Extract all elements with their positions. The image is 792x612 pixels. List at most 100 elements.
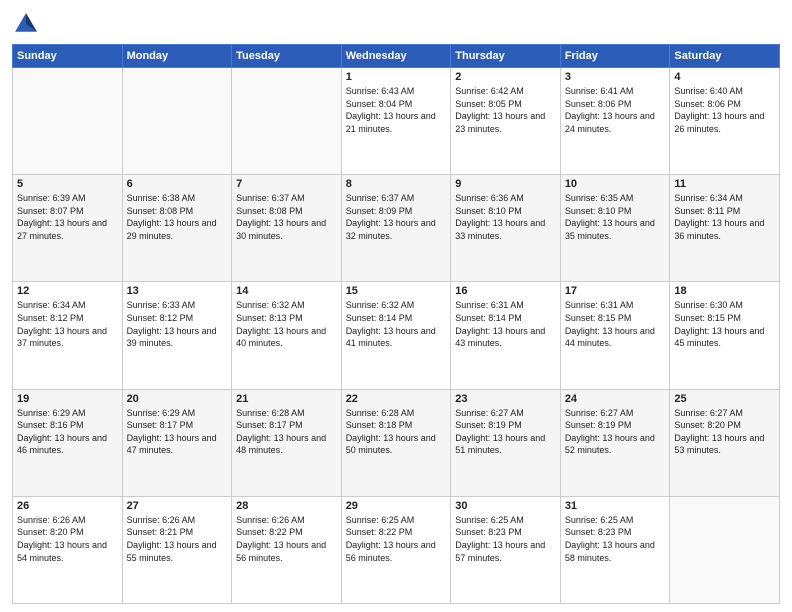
calendar-cell: 1Sunrise: 6:43 AM Sunset: 8:04 PM Daylig… xyxy=(341,68,451,175)
cell-info: Sunrise: 6:27 AM Sunset: 8:20 PM Dayligh… xyxy=(674,407,775,457)
logo xyxy=(12,10,44,38)
day-header-sunday: Sunday xyxy=(13,45,123,68)
calendar-cell: 10 Sunrise: 6:35 AM Sunset: 8:10 PM Dayli… xyxy=(560,175,670,282)
day-number: 14 xyxy=(236,285,337,297)
calendar-cell: 13 Sunrise: 6:33 AM Sunset: 8:12 PM Dayli… xyxy=(122,282,232,389)
day-number: 21 xyxy=(236,393,337,405)
day-header-wednesday: Wednesday xyxy=(341,45,451,68)
day-number: 15 xyxy=(346,285,447,297)
calendar-cell: 25 Sunrise: 6:27 AM Sunset: 8:20 PM Dayli… xyxy=(670,389,780,496)
cell-info: Sunrise: 6:32 AM Sunset: 8:13 PM Dayligh… xyxy=(236,299,337,349)
day-number: 30 xyxy=(455,500,556,512)
calendar-cell: 6Sunrise: 6:38 AM Sunset: 8:08 PM Daylig… xyxy=(122,175,232,282)
cell-info: Sunrise: 6:28 AM Sunset: 8:17 PM Dayligh… xyxy=(236,407,337,457)
cell-info: Sunrise: 6:27 AM Sunset: 8:19 PM Dayligh… xyxy=(455,407,556,457)
day-header-saturday: Saturday xyxy=(670,45,780,68)
calendar-cell: 12 Sunrise: 6:34 AM Sunset: 8:12 PM Dayli… xyxy=(13,282,123,389)
calendar-cell: 19Sunrise: 6:29 AM Sunset: 8:16 PM Dayli… xyxy=(13,389,123,496)
calendar-cell: 31Sunrise: 6:25 AM Sunset: 8:23 PM Dayli… xyxy=(560,496,670,603)
cell-info: Sunrise: 6:29 AM Sunset: 8:17 PM Dayligh… xyxy=(127,407,228,457)
page: SundayMondayTuesdayWednesdayThursdayFrid… xyxy=(0,0,792,612)
calendar-cell: 4Sunrise: 6:40 AM Sunset: 8:06 PM Daylig… xyxy=(670,68,780,175)
calendar-cell: 3Sunrise: 6:41 AM Sunset: 8:06 PM Daylig… xyxy=(560,68,670,175)
day-number: 10 xyxy=(565,178,666,190)
cell-info: Sunrise: 6:27 AM Sunset: 8:19 PM Dayligh… xyxy=(565,407,666,457)
calendar-cell: 7Sunrise: 6:37 AM Sunset: 8:08 PM Daylig… xyxy=(232,175,342,282)
calendar-week-2: 12 Sunrise: 6:34 AM Sunset: 8:12 PM Dayli… xyxy=(13,282,780,389)
calendar-cell: 8 Sunrise: 6:37 AM Sunset: 8:09 PM Daylig… xyxy=(341,175,451,282)
calendar-cell: 27 Sunrise: 6:26 AM Sunset: 8:21 PM Dayli… xyxy=(122,496,232,603)
calendar-cell: 22Sunrise: 6:28 AM Sunset: 8:18 PM Dayli… xyxy=(341,389,451,496)
day-number: 24 xyxy=(565,393,666,405)
cell-info: Sunrise: 6:26 AM Sunset: 8:20 PM Dayligh… xyxy=(17,514,118,564)
cell-info: Sunrise: 6:25 AM Sunset: 8:23 PM Dayligh… xyxy=(565,514,666,564)
cell-info: Sunrise: 6:26 AM Sunset: 8:22 PM Dayligh… xyxy=(236,514,337,564)
cell-info: Sunrise: 6:26 AM Sunset: 8:21 PM Dayligh… xyxy=(127,514,228,564)
cell-info: Sunrise: 6:31 AM Sunset: 8:15 PM Dayligh… xyxy=(565,299,666,349)
calendar-cell xyxy=(122,68,232,175)
cell-info: Sunrise: 6:28 AM Sunset: 8:18 PM Dayligh… xyxy=(346,407,447,457)
cell-info: Sunrise: 6:37 AM Sunset: 8:08 PM Dayligh… xyxy=(236,192,337,242)
day-number: 25 xyxy=(674,393,775,405)
cell-info: Sunrise: 6:37 AM Sunset: 8:09 PM Dayligh… xyxy=(346,192,447,242)
day-header-friday: Friday xyxy=(560,45,670,68)
calendar-cell: 21 Sunrise: 6:28 AM Sunset: 8:17 PM Dayli… xyxy=(232,389,342,496)
cell-info: Sunrise: 6:33 AM Sunset: 8:12 PM Dayligh… xyxy=(127,299,228,349)
day-number: 4 xyxy=(674,71,775,83)
calendar-cell: 30Sunrise: 6:25 AM Sunset: 8:23 PM Dayli… xyxy=(451,496,561,603)
day-number: 5 xyxy=(17,178,118,190)
calendar-week-1: 5 Sunrise: 6:39 AM Sunset: 8:07 PM Daylig… xyxy=(13,175,780,282)
calendar-cell: 23 Sunrise: 6:27 AM Sunset: 8:19 PM Dayli… xyxy=(451,389,561,496)
calendar-cell: 16Sunrise: 6:31 AM Sunset: 8:14 PM Dayli… xyxy=(451,282,561,389)
calendar-week-0: 1Sunrise: 6:43 AM Sunset: 8:04 PM Daylig… xyxy=(13,68,780,175)
calendar-cell: 11Sunrise: 6:34 AM Sunset: 8:11 PM Dayli… xyxy=(670,175,780,282)
day-number: 11 xyxy=(674,178,775,190)
calendar-cell xyxy=(13,68,123,175)
header xyxy=(12,10,780,38)
day-header-tuesday: Tuesday xyxy=(232,45,342,68)
day-number: 27 xyxy=(127,500,228,512)
calendar-cell: 14 Sunrise: 6:32 AM Sunset: 8:13 PM Dayli… xyxy=(232,282,342,389)
day-number: 28 xyxy=(236,500,337,512)
calendar-cell: 26Sunrise: 6:26 AM Sunset: 8:20 PM Dayli… xyxy=(13,496,123,603)
calendar-cell: 5 Sunrise: 6:39 AM Sunset: 8:07 PM Daylig… xyxy=(13,175,123,282)
cell-info: Sunrise: 6:30 AM Sunset: 8:15 PM Dayligh… xyxy=(674,299,775,349)
day-number: 20 xyxy=(127,393,228,405)
day-number: 13 xyxy=(127,285,228,297)
day-number: 9 xyxy=(455,178,556,190)
calendar-cell: 15 Sunrise: 6:32 AM Sunset: 8:14 PM Dayli… xyxy=(341,282,451,389)
logo-icon xyxy=(12,10,40,38)
calendar-cell xyxy=(232,68,342,175)
calendar-cell: 17 Sunrise: 6:31 AM Sunset: 8:15 PM Dayli… xyxy=(560,282,670,389)
calendar-cell: 24 Sunrise: 6:27 AM Sunset: 8:19 PM Dayli… xyxy=(560,389,670,496)
cell-info: Sunrise: 6:32 AM Sunset: 8:14 PM Dayligh… xyxy=(346,299,447,349)
day-number: 18 xyxy=(674,285,775,297)
calendar-week-4: 26Sunrise: 6:26 AM Sunset: 8:20 PM Dayli… xyxy=(13,496,780,603)
cell-info: Sunrise: 6:39 AM Sunset: 8:07 PM Dayligh… xyxy=(17,192,118,242)
day-header-monday: Monday xyxy=(122,45,232,68)
cell-info: Sunrise: 6:38 AM Sunset: 8:08 PM Dayligh… xyxy=(127,192,228,242)
calendar-table: SundayMondayTuesdayWednesdayThursdayFrid… xyxy=(12,44,780,604)
day-number: 17 xyxy=(565,285,666,297)
calendar-cell: 20 Sunrise: 6:29 AM Sunset: 8:17 PM Dayli… xyxy=(122,389,232,496)
day-number: 23 xyxy=(455,393,556,405)
calendar-cell: 28 Sunrise: 6:26 AM Sunset: 8:22 PM Dayli… xyxy=(232,496,342,603)
day-number: 1 xyxy=(346,71,447,83)
day-number: 12 xyxy=(17,285,118,297)
cell-info: Sunrise: 6:36 AM Sunset: 8:10 PM Dayligh… xyxy=(455,192,556,242)
cell-info: Sunrise: 6:35 AM Sunset: 8:10 PM Dayligh… xyxy=(565,192,666,242)
cell-info: Sunrise: 6:34 AM Sunset: 8:12 PM Dayligh… xyxy=(17,299,118,349)
day-header-thursday: Thursday xyxy=(451,45,561,68)
day-number: 16 xyxy=(455,285,556,297)
calendar-week-3: 19Sunrise: 6:29 AM Sunset: 8:16 PM Dayli… xyxy=(13,389,780,496)
day-number: 3 xyxy=(565,71,666,83)
day-number: 2 xyxy=(455,71,556,83)
calendar-header-row: SundayMondayTuesdayWednesdayThursdayFrid… xyxy=(13,45,780,68)
calendar-cell: 9 Sunrise: 6:36 AM Sunset: 8:10 PM Daylig… xyxy=(451,175,561,282)
calendar-cell: 18 Sunrise: 6:30 AM Sunset: 8:15 PM Dayli… xyxy=(670,282,780,389)
day-number: 8 xyxy=(346,178,447,190)
calendar-cell xyxy=(670,496,780,603)
cell-info: Sunrise: 6:25 AM Sunset: 8:22 PM Dayligh… xyxy=(346,514,447,564)
calendar-cell: 29 Sunrise: 6:25 AM Sunset: 8:22 PM Dayli… xyxy=(341,496,451,603)
day-number: 29 xyxy=(346,500,447,512)
